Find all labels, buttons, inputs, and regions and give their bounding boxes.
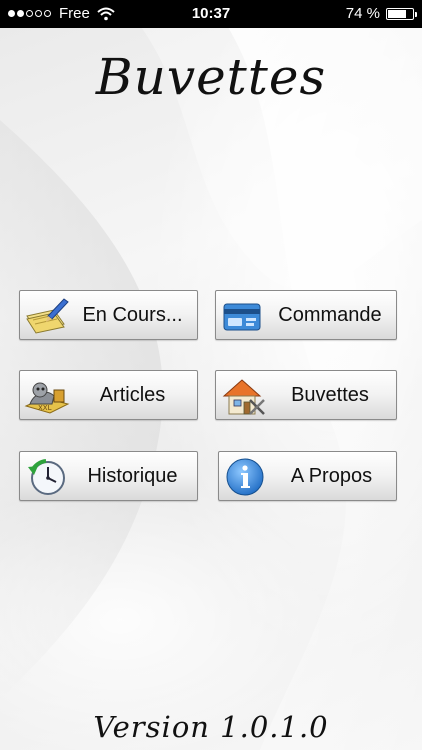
battery-percent: 74 % xyxy=(345,5,380,22)
status-bar: Free 10:37 74 % xyxy=(0,0,422,28)
historique-label: Historique xyxy=(87,464,178,487)
info-icon xyxy=(223,457,269,497)
battery-icon xyxy=(386,7,417,20)
articles-button[interactable]: XXL Articles xyxy=(19,370,198,420)
a-propos-label: A Propos xyxy=(290,464,373,487)
house-tools-icon xyxy=(220,376,266,416)
notepad-pencil-icon xyxy=(24,296,70,336)
clock-history-icon xyxy=(24,457,70,497)
app-screen: Free 10:37 74 % Buvettes En Cours... Com… xyxy=(0,0,422,750)
en-cours-label: En Cours... xyxy=(82,303,183,326)
order-card-icon xyxy=(220,296,266,336)
buvettes-label: Buvettes xyxy=(291,383,369,406)
battery-fill xyxy=(388,9,406,18)
battery-tip xyxy=(415,11,417,17)
status-right: 74 % xyxy=(345,5,417,22)
historique-button[interactable]: Historique xyxy=(19,451,198,501)
version-text: Version 1.0.1.0 xyxy=(93,710,329,744)
buvettes-button[interactable]: Buvettes xyxy=(215,370,397,420)
app-title: Buvettes xyxy=(95,48,327,106)
a-propos-button[interactable]: A Propos xyxy=(218,451,397,501)
commande-button[interactable]: Commande xyxy=(215,290,397,340)
svg-text:XXL: XXL xyxy=(38,404,52,412)
articles-label: Articles xyxy=(99,383,166,406)
commande-label: Commande xyxy=(278,303,382,326)
articles-items-icon: XXL xyxy=(24,376,70,416)
en-cours-button[interactable]: En Cours... xyxy=(19,290,198,340)
